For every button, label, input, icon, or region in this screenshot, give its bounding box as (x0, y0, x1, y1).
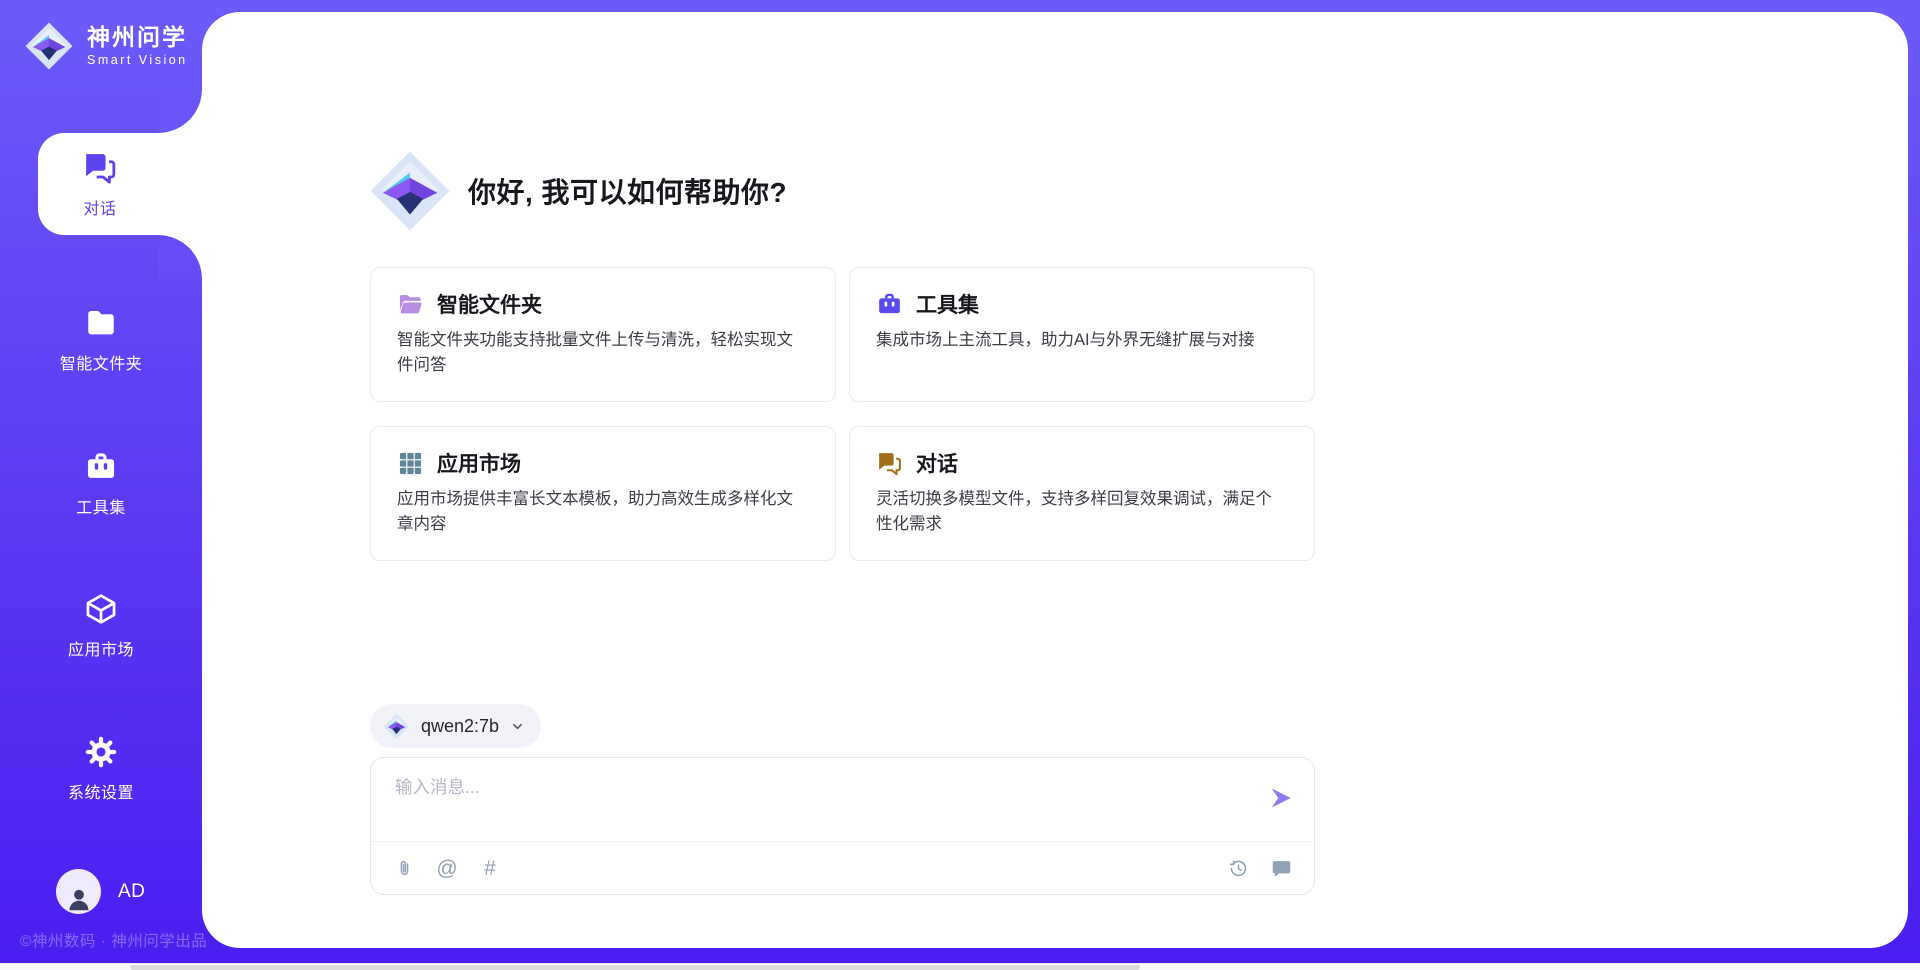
chevron-down-icon (510, 719, 525, 734)
send-button[interactable] (1268, 785, 1294, 811)
sidebar-item-label: 应用市场 (68, 636, 134, 660)
message-composer: @ # (370, 757, 1315, 895)
card-desc: 集成市场上主流工具，助力AI与外界无缝扩展与对接 (876, 328, 1288, 353)
card-desc: 应用市场提供丰富长文本模板，助力高效生成多样化文章内容 (397, 487, 809, 537)
user-account[interactable]: AD (56, 869, 145, 914)
history-button[interactable] (1227, 857, 1249, 879)
horizontal-scrollbar[interactable] (0, 963, 1920, 970)
history-icon (1228, 858, 1249, 879)
user-name: AD (118, 881, 145, 903)
app-root: 神州问学 Smart Vision 对话 智能文件夹 工具集 应用市场 系统设置 (0, 0, 1920, 963)
send-icon (1268, 785, 1294, 811)
quick-cards: 智能文件夹 智能文件夹功能支持批量文件上传与清洗，轻松实现文件问答 工具集 集成… (370, 267, 1315, 561)
card-desc: 智能文件夹功能支持批量文件上传与清洗，轻松实现文件问答 (397, 328, 809, 378)
sidebar-item-smart-folder[interactable]: 智能文件夹 (0, 306, 202, 374)
card-toolset[interactable]: 工具集 集成市场上主流工具，助力AI与外界无缝扩展与对接 (849, 267, 1315, 402)
sidebar-item-toolset[interactable]: 工具集 (0, 450, 202, 518)
brand-logo: 神州问学 Smart Vision (24, 21, 188, 71)
brand-diamond-icon (24, 21, 74, 71)
hashtag-button[interactable]: # (479, 857, 501, 879)
card-title: 应用市场 (437, 448, 521, 478)
model-name: qwen2:7b (421, 716, 499, 737)
avatar (56, 869, 101, 914)
attach-button[interactable] (393, 857, 415, 879)
card-title: 智能文件夹 (437, 289, 542, 319)
greeting-diamond-icon (368, 149, 452, 233)
toolbox-icon (876, 291, 903, 318)
message-input[interactable] (395, 774, 1235, 832)
copyright-footer: ©神州数码 · 神州问学出品 (20, 929, 207, 951)
model-selector[interactable]: qwen2:7b (370, 704, 541, 748)
card-title: 对话 (916, 448, 958, 478)
cube-icon (84, 592, 118, 626)
paperclip-icon (394, 858, 415, 879)
card-title: 工具集 (916, 289, 979, 319)
active-tab-curve-bottom (158, 235, 202, 279)
sidebar-item-label: 系统设置 (68, 779, 134, 803)
card-desc: 灵活切换多模型文件，支持多样回复效果调试，满足个性化需求 (876, 487, 1288, 537)
gear-icon (84, 735, 118, 769)
app-grid-icon (397, 450, 424, 477)
card-chat[interactable]: 对话 灵活切换多模型文件，支持多样回复效果调试，满足个性化需求 (849, 426, 1315, 561)
card-smart-folder[interactable]: 智能文件夹 智能文件夹功能支持批量文件上传与清洗，轻松实现文件问答 (370, 267, 836, 402)
sidebar-item-app-market[interactable]: 应用市场 (0, 592, 202, 660)
card-app-market[interactable]: 应用市场 应用市场提供丰富长文本模板，助力高效生成多样化文章内容 (370, 426, 836, 561)
folder-open-icon (397, 291, 424, 318)
mention-button[interactable]: @ (436, 857, 458, 879)
greeting: 你好, 我可以如何帮助你? (368, 149, 787, 233)
sidebar-item-chat[interactable]: 对话 (38, 133, 202, 235)
briefcase-icon (84, 450, 118, 484)
sidebar-item-settings[interactable]: 系统设置 (0, 735, 202, 803)
sidebar: 神州问学 Smart Vision 对话 智能文件夹 工具集 应用市场 系统设置 (0, 0, 202, 963)
chat-icon (876, 450, 903, 477)
active-tab-curve-top (158, 89, 202, 133)
brand-subtitle: Smart Vision (87, 53, 188, 67)
brand-name: 神州问学 (87, 25, 188, 50)
model-diamond-icon (383, 713, 410, 740)
sidebar-item-label: 智能文件夹 (60, 350, 143, 374)
chat-icon (82, 150, 118, 186)
new-chat-button[interactable] (1270, 857, 1292, 879)
message-icon (1271, 858, 1292, 879)
sidebar-item-label: 对话 (83, 195, 116, 219)
scrollbar-thumb[interactable] (130, 965, 1140, 970)
folder-icon (84, 306, 118, 340)
composer-toolbar: @ # (371, 841, 1314, 894)
sidebar-item-label: 工具集 (76, 494, 126, 518)
greeting-text: 你好, 我可以如何帮助你? (468, 171, 787, 211)
person-icon (64, 884, 94, 914)
